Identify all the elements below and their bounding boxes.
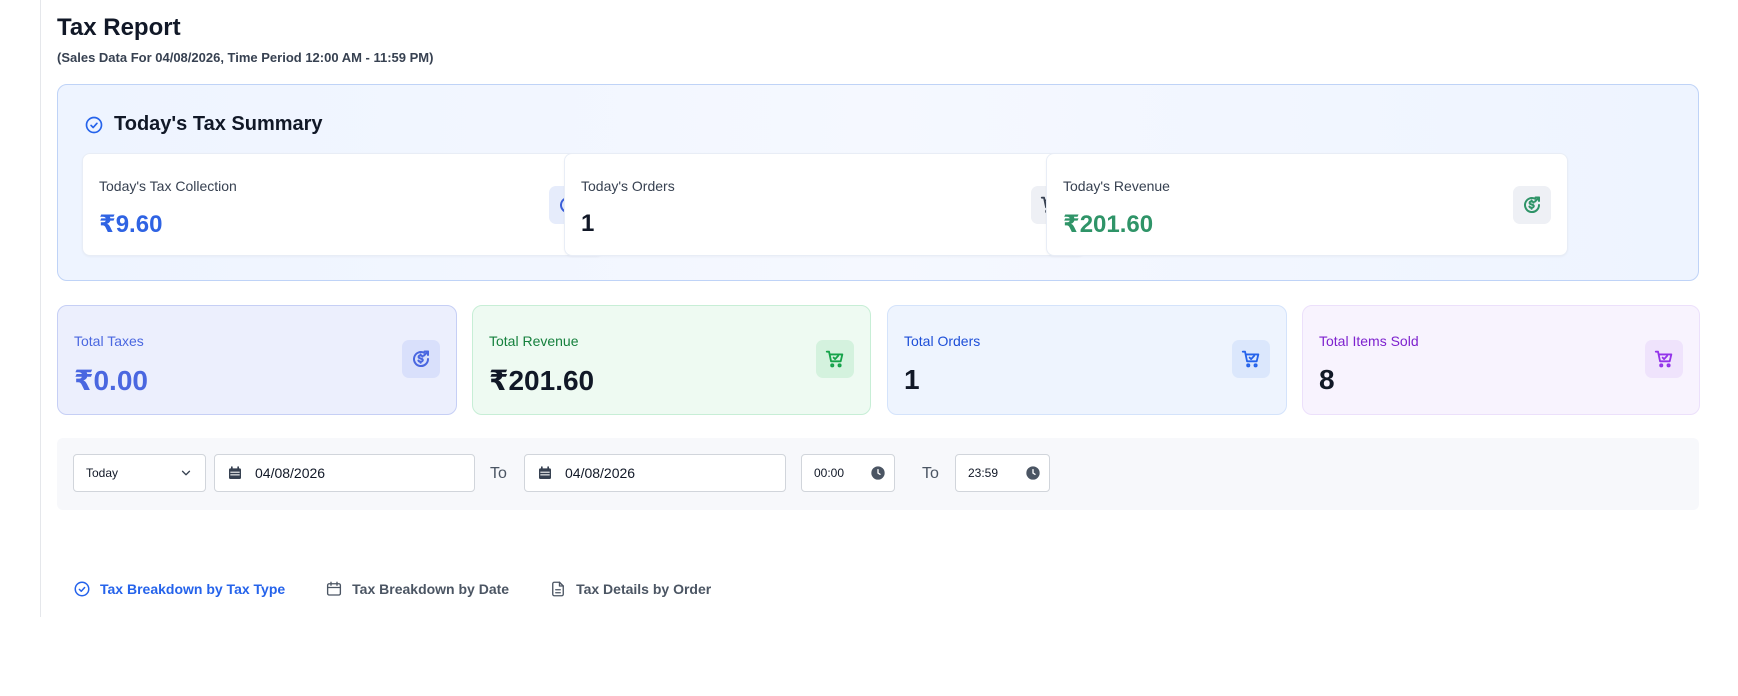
- period-select-value: Today: [86, 466, 119, 480]
- to-time-input[interactable]: 23:59: [955, 454, 1050, 492]
- tab-label: Tax Details by Order: [576, 581, 712, 597]
- from-time-value: 00:00: [814, 466, 845, 480]
- from-date-input[interactable]: 04/08/2026: [214, 454, 475, 492]
- card-label: Total Orders: [904, 333, 981, 349]
- tab-label: Tax Breakdown by Tax Type: [100, 581, 286, 597]
- tax-report-page: Tax Report (Sales Data For 04/08/2026, T…: [0, 0, 1738, 696]
- dollar-refresh-icon: [1524, 196, 1541, 214]
- tab-tax-breakdown-by-date[interactable]: Tax Breakdown by Date: [325, 580, 509, 598]
- card-value: ₹0.00: [74, 365, 148, 396]
- period-select[interactable]: Today: [73, 454, 206, 492]
- cart-icon: [1654, 350, 1673, 368]
- card-icon-box: [1232, 340, 1270, 378]
- date-to-label: To: [490, 465, 507, 482]
- card-value: 1: [581, 210, 595, 237]
- todays-tax-summary-panel: Today's Tax Summary Today's Tax Collecti…: [57, 84, 1699, 281]
- total-revenue-card: Total Revenue ₹201.60: [472, 305, 871, 415]
- chevron-down-icon: [181, 470, 191, 476]
- report-tabs: Tax Breakdown by Tax Type Tax Breakdown …: [73, 580, 711, 598]
- card-value: ₹201.60: [489, 365, 595, 396]
- card-label: Total Items Sold: [1319, 333, 1419, 349]
- card-value: ₹9.60: [99, 211, 163, 238]
- to-date-input[interactable]: 04/08/2026: [524, 454, 786, 492]
- sidebar-divider: [40, 0, 41, 617]
- summary-title: Today's Tax Summary: [114, 113, 323, 135]
- check-circle-icon: [85, 116, 103, 133]
- calendar-icon: [229, 466, 241, 479]
- todays-revenue-card: Today's Revenue ₹201.60: [1046, 153, 1568, 256]
- clock-icon: [871, 466, 885, 480]
- clock-icon: [1026, 466, 1040, 480]
- page-subtitle: (Sales Data For 04/08/2026, Time Period …: [57, 50, 434, 65]
- card-label: Today's Orders: [581, 178, 675, 194]
- total-taxes-card: Total Taxes ₹0.00: [57, 305, 457, 415]
- page-title: Tax Report: [57, 14, 181, 41]
- check-circle-icon: [74, 581, 90, 597]
- to-date-value: 04/08/2026: [565, 465, 636, 481]
- tab-tax-details-by-order[interactable]: Tax Details by Order: [549, 580, 711, 598]
- todays-tax-collection-card: Today's Tax Collection ₹9.60: [82, 153, 604, 256]
- card-label: Today's Tax Collection: [99, 178, 237, 194]
- to-time-value: 23:59: [968, 466, 999, 480]
- calendar-icon: [539, 466, 551, 479]
- total-items-sold-card: Total Items Sold 8: [1302, 305, 1700, 415]
- cart-icon: [825, 350, 844, 368]
- calendar-icon: [327, 581, 342, 596]
- document-icon: [552, 581, 565, 597]
- card-value: ₹201.60: [1063, 211, 1154, 238]
- card-icon-box: [816, 340, 854, 378]
- from-time-input[interactable]: 00:00: [801, 454, 895, 492]
- cart-icon: [1241, 350, 1260, 368]
- card-icon-box: [1513, 186, 1551, 224]
- tab-label: Tax Breakdown by Date: [352, 581, 510, 597]
- total-orders-card: Total Orders 1: [887, 305, 1287, 415]
- card-label: Today's Revenue: [1063, 178, 1170, 194]
- card-label: Total Revenue: [489, 333, 579, 349]
- summary-header: Today's Tax Summary: [84, 113, 323, 136]
- tab-tax-breakdown-by-tax-type[interactable]: Tax Breakdown by Tax Type: [73, 580, 285, 598]
- card-icon-box: [402, 340, 440, 378]
- todays-orders-card: Today's Orders 1: [564, 153, 1086, 256]
- filter-bar: Today 04/08/2026 To 04/08/2026 00:00 To …: [57, 438, 1699, 510]
- card-icon-box: [1645, 340, 1683, 378]
- dollar-refresh-icon: [413, 350, 430, 368]
- card-value: 1: [904, 364, 920, 395]
- from-date-value: 04/08/2026: [255, 465, 326, 481]
- card-value: 8: [1319, 364, 1335, 395]
- time-to-label: To: [922, 465, 939, 482]
- card-label: Total Taxes: [74, 333, 144, 349]
